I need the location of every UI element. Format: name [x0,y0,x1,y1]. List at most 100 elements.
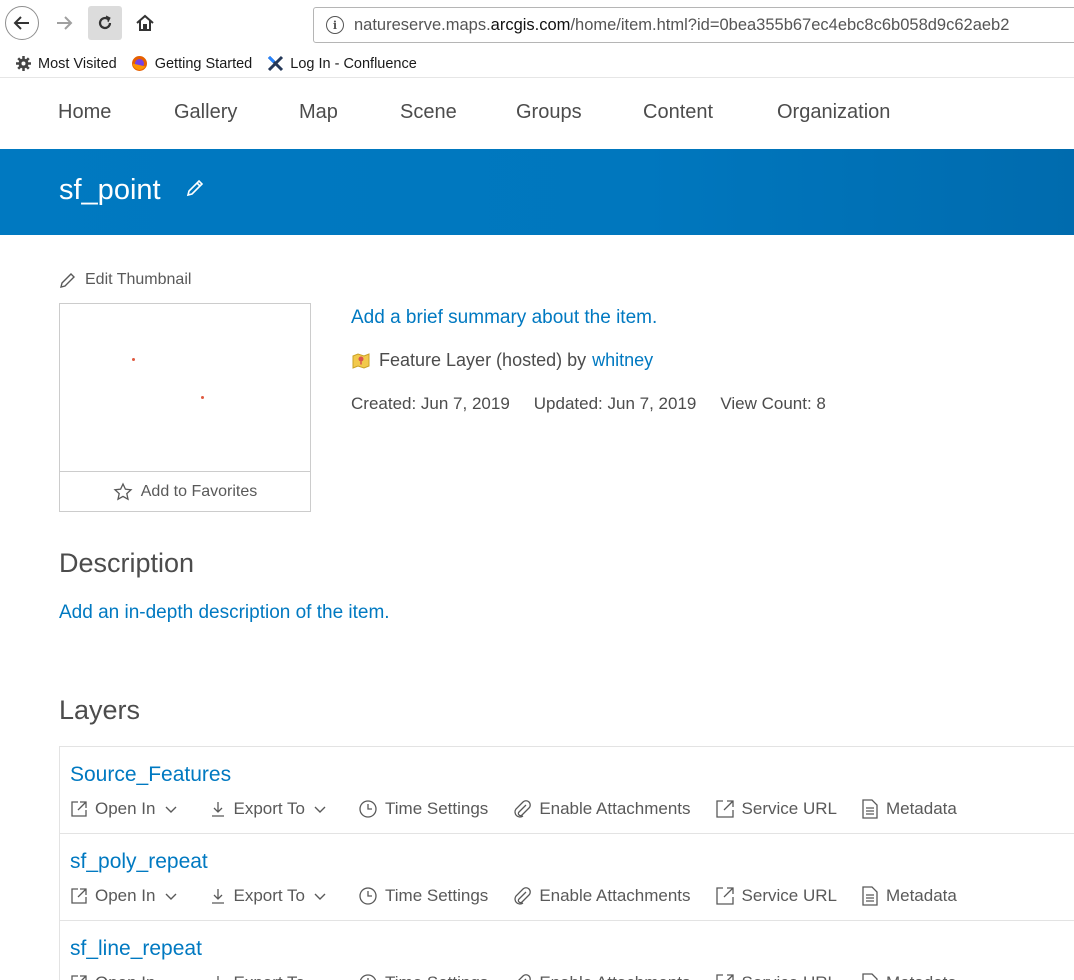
pencil-icon [186,179,204,197]
bookmark-confluence[interactable]: Log In - Confluence [266,55,417,73]
enable-attachments-button[interactable]: Enable Attachments [512,799,691,819]
open-external-icon [71,975,87,980]
metadata-button[interactable]: Metadata [861,973,957,980]
enable-attachments-label: Enable Attachments [539,799,691,818]
chevron-down-icon [314,893,326,900]
metadata-label: Metadata [885,886,957,905]
add-description-link[interactable]: Add an in-depth description of the item. [59,602,390,624]
top-nav: Home Gallery Map Scene Groups Content Or… [0,79,1074,149]
home-icon [136,14,154,31]
enable-attachments-label: Enable Attachments [539,973,690,980]
open-external-icon [715,800,734,818]
forward-button[interactable] [47,6,81,40]
nav-gallery[interactable]: Gallery [174,101,237,124]
time-settings-button[interactable]: Time Settings [358,799,488,819]
export-to-button[interactable]: Export To [209,973,335,980]
open-external-icon [71,801,87,817]
nav-home[interactable]: Home [58,101,111,124]
bookmark-getting-started[interactable]: Getting Started [131,55,252,73]
created-date: Created: Jun 7, 2019 [351,394,510,413]
service-url-button[interactable]: Service URL [715,973,837,980]
metadata-label: Metadata [885,799,957,818]
layer-row: Source_Features Open In Export To Time S… [59,746,1074,833]
arrow-left-icon [13,16,29,30]
view-count: View Count: 8 [720,394,826,413]
layer-actions: Open In Export To Time Settings Enable A… [70,973,981,980]
add-to-favorites-button[interactable]: Add to Favorites [60,471,310,511]
bookmarks-bar: Most Visited Getting Started Log In - Co… [0,50,1074,78]
chevron-down-icon [314,806,326,813]
owner-link[interactable]: whitney [592,350,653,371]
service-url-label: Service URL [741,886,837,905]
back-button[interactable] [5,6,39,40]
clock-icon [359,800,377,818]
chevron-down-icon [165,893,176,900]
export-to-button[interactable]: Export To [209,886,335,906]
document-icon [862,886,878,906]
home-button[interactable] [128,6,162,40]
add-summary-link[interactable]: Add a brief summary about the item. [351,307,657,329]
open-in-button[interactable]: Open In [70,973,185,980]
edit-thumbnail-label: Edit Thumbnail [85,271,192,288]
time-settings-button[interactable]: Time Settings [358,973,488,980]
pencil-icon [60,273,75,288]
url-text[interactable]: natureserve.maps.arcgis.com/home/item.ht… [354,16,1009,35]
clock-icon [359,887,377,905]
layer-actions: Open In Export To Time Settings Enable A… [70,886,981,906]
service-url-label: Service URL [742,973,837,980]
paperclip-icon [514,887,532,905]
arrow-right-icon [57,16,73,30]
chevron-down-icon [313,976,327,980]
bookmark-most-visited[interactable]: Most Visited [14,55,117,73]
service-url-button[interactable]: Service URL [715,799,837,819]
chevron-down-icon [164,976,178,980]
open-in-button[interactable]: Open In [70,886,185,906]
info-icon[interactable]: i [326,16,344,34]
nav-scene[interactable]: Scene [400,101,457,124]
nav-organization[interactable]: Organization [777,101,890,124]
layer-name-link[interactable]: sf_poly_repeat [70,850,208,874]
url-bar[interactable]: i natureserve.maps.arcgis.com/home/item.… [313,7,1074,43]
edit-thumbnail-button[interactable]: Edit Thumbnail [59,271,191,289]
bookmark-label: Log In - Confluence [290,55,417,72]
map-point [132,358,135,361]
nav-map[interactable]: Map [299,101,338,124]
enable-attachments-label: Enable Attachments [539,886,691,905]
star-icon [113,481,133,500]
download-icon [211,802,224,817]
open-external-icon [71,888,87,904]
firefox-icon [131,55,149,73]
export-to-button[interactable]: Export To [209,799,335,819]
open-in-label: Open In [95,973,156,980]
url-prefix: natureserve.maps. [354,15,491,34]
item-type-line: Feature Layer (hosted) by whitney [351,350,653,371]
export-to-label: Export To [234,973,306,980]
open-in-button[interactable]: Open In [70,799,185,819]
service-url-button[interactable]: Service URL [715,886,837,906]
metadata-button[interactable]: Metadata [861,799,957,819]
item-title: sf_point [59,174,161,206]
chevron-down-icon [165,806,176,813]
service-url-label: Service URL [741,799,837,818]
layer-row: sf_line_repeat Open In Export To Time Se… [59,920,1074,980]
enable-attachments-button[interactable]: Enable Attachments [512,973,691,980]
reload-button[interactable] [88,6,122,40]
item-type: Feature Layer (hosted) by [379,350,587,370]
metadata-label: Metadata [886,973,957,980]
metadata-button[interactable]: Metadata [861,886,957,906]
favorites-label: Add to Favorites [140,482,258,500]
nav-groups[interactable]: Groups [516,101,582,124]
download-icon [216,976,219,980]
time-settings-label: Time Settings [385,799,489,818]
time-settings-button[interactable]: Time Settings [358,886,488,906]
enable-attachments-button[interactable]: Enable Attachments [512,886,691,906]
nav-content[interactable]: Content [643,101,713,124]
updated-date: Updated: Jun 7, 2019 [533,394,697,413]
url-path: /home/item.html?id=0bea355b67ec4ebc8c6b0… [570,15,1010,34]
url-domain: arcgis.com [490,15,571,34]
clock-icon [359,974,377,980]
layer-name-link[interactable]: sf_line_repeat [70,937,202,961]
edit-title-button[interactable] [184,177,208,201]
open-in-label: Open In [95,886,156,905]
layer-name-link[interactable]: Source_Features [70,763,231,787]
